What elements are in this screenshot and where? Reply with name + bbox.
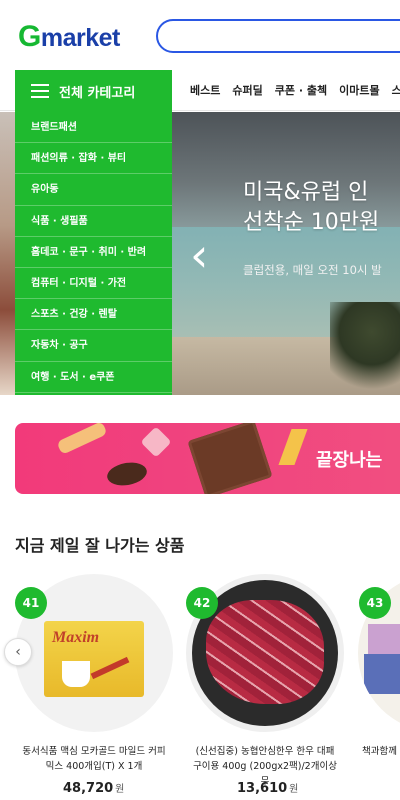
gmarket-home-page: Gmarket 전체 카테고리 베스트 슈퍼딜 쿠폰 · 출첵 이마트몰 스마 … <box>0 0 400 800</box>
book-image-2 <box>364 654 400 694</box>
product-name[interactable]: 책과함께 가르침 <box>362 744 400 759</box>
logo-g: G <box>18 20 41 53</box>
category-item-fashion-beauty[interactable]: 패션의류 · 잡화 · 뷰티 <box>15 143 172 175</box>
coffee-box-image: Maxim <box>44 621 144 697</box>
product-price: 13,610 원 <box>237 780 298 796</box>
coffee-cup-image <box>62 661 90 687</box>
all-category-label: 전체 카테고리 <box>59 85 136 101</box>
price-value: 48,720 <box>63 781 114 796</box>
all-category-button[interactable]: 전체 카테고리 <box>15 70 172 112</box>
coffee-stick-image <box>90 656 130 680</box>
hero-title-line1: 미국&유럽 인 <box>243 180 369 205</box>
hero-palm <box>330 302 400 395</box>
category-item-brand-fashion[interactable]: 브랜드패션 <box>15 112 172 144</box>
category-item-auto[interactable]: 자동차 · 공구 <box>15 330 172 362</box>
category-item-food[interactable]: 식품 · 생필품 <box>15 206 172 237</box>
nav-best[interactable]: 베스트 <box>190 82 220 98</box>
nav-emart[interactable]: 이마트몰 <box>339 82 379 98</box>
ribbon-image <box>56 423 108 455</box>
promo-text: 끝장나는 <box>316 450 383 471</box>
category-item-kids[interactable]: 유아동 <box>15 174 172 206</box>
hero-title-line2: 선착순 10만원 <box>243 209 380 235</box>
hero-title: 미국&유럽 인 선착순 10만원 <box>243 178 379 237</box>
nav-coupon[interactable]: 쿠폰 · 출첵 <box>275 82 327 98</box>
rank-badge: 41 <box>15 587 47 619</box>
category-item-travel[interactable]: 여행 · 도서 · e쿠폰 <box>15 362 172 393</box>
price-currency: 원 <box>115 784 125 795</box>
heart-image <box>140 426 172 458</box>
price-currency: 원 <box>289 784 299 795</box>
hero-subtitle: 클럽전용, 매일 오전 10시 발 <box>243 263 382 277</box>
category-item-home[interactable]: 홈데코 · 문구 · 취미 · 반려 <box>15 237 172 268</box>
lightning-image <box>278 429 308 465</box>
top-nav: 베스트 슈퍼딜 쿠폰 · 출첵 이마트몰 스마 <box>190 70 400 110</box>
chocolate-image <box>105 459 149 489</box>
nav-smart[interactable]: 스마 <box>392 82 400 98</box>
search-input[interactable] <box>156 19 400 53</box>
logo-text: market <box>40 24 121 52</box>
price-value: 13,610 <box>237 781 288 796</box>
rank-badge: 43 <box>359 587 391 619</box>
nav-superdeal[interactable]: 슈퍼딜 <box>232 82 262 98</box>
category-item-sports[interactable]: 스포츠 · 건강 · 렌탈 <box>15 299 172 331</box>
hero-prev-arrow-icon[interactable]: ‹ <box>190 232 220 278</box>
product-price: 48,720 원 <box>63 780 124 796</box>
category-item-digital[interactable]: 컴퓨터 · 디지털 · 가전 <box>15 268 172 300</box>
chocolate-bar-image <box>187 423 273 494</box>
maxim-brand-text: Maxim <box>52 629 100 646</box>
gmarket-logo[interactable]: Gmarket <box>18 20 120 54</box>
category-list: 브랜드패션 패션의류 · 잡화 · 뷰티 유아동 식품 · 생필품 홈데코 · … <box>15 112 172 395</box>
section-title: 지금 제일 잘 나가는 상품 <box>15 536 185 555</box>
hamburger-menu-icon <box>31 84 49 98</box>
chevron-left-icon[interactable]: ‹ <box>4 638 32 666</box>
rank-badge: 42 <box>186 587 218 619</box>
beef-image <box>206 600 324 704</box>
product-name[interactable]: 동서식품 맥심 모카골드 마일드 커피믹스 400개입(T) X 1개 <box>19 744 169 774</box>
hero-left-image <box>0 112 15 395</box>
